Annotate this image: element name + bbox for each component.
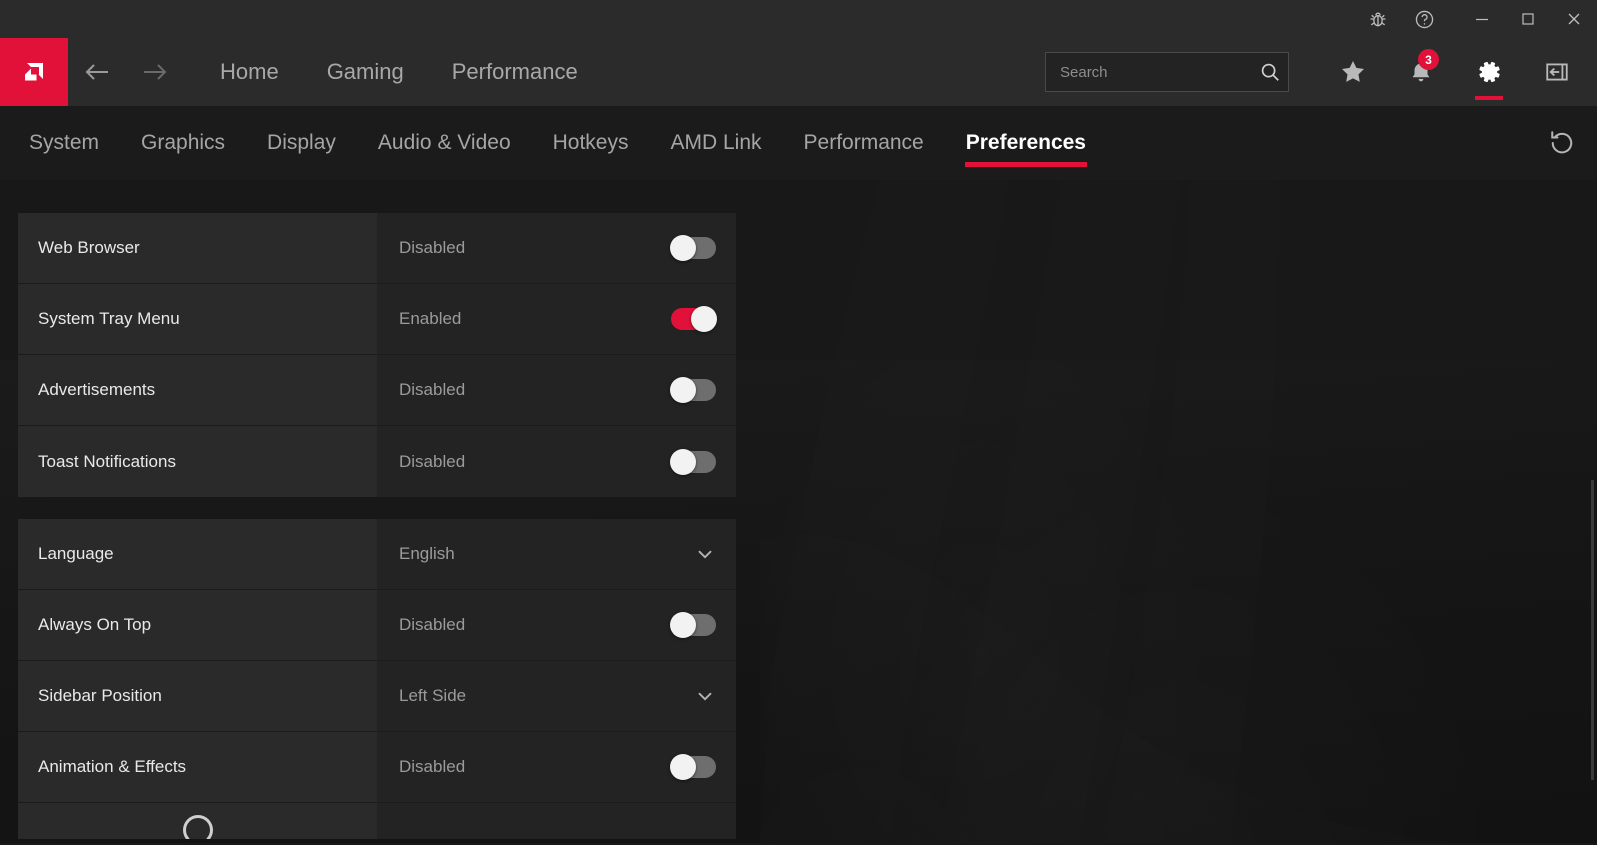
- search-input[interactable]: [1060, 63, 1259, 81]
- setting-label-partial: [18, 803, 377, 839]
- toggle-always-on-top[interactable]: [670, 612, 716, 638]
- close-icon[interactable]: [1551, 0, 1597, 38]
- setting-value: Disabled: [399, 380, 466, 399]
- help-icon[interactable]: [1401, 0, 1447, 38]
- setting-row-system-tray-menu[interactable]: System Tray Menu Enabled: [18, 284, 736, 355]
- tab-performance[interactable]: Performance: [783, 106, 945, 180]
- tab-audio-video[interactable]: Audio & Video: [357, 106, 532, 180]
- setting-row-toast-notifications[interactable]: Toast Notifications Disabled: [18, 426, 736, 497]
- toggle-knob: [670, 377, 696, 403]
- notifications-bell-icon[interactable]: 3: [1395, 38, 1447, 106]
- toggle-knob: [670, 754, 696, 780]
- setting-value: Disabled: [399, 451, 466, 471]
- nav-right-group: 3: [1045, 38, 1597, 106]
- reset-restore-icon[interactable]: [1527, 106, 1597, 180]
- bug-report-icon[interactable]: [1355, 0, 1401, 38]
- setting-label: Always On Top: [18, 590, 377, 660]
- search-icon[interactable]: [1259, 61, 1281, 83]
- tab-bar: System Graphics Display Audio & Video Ho…: [0, 106, 1597, 180]
- setting-label: System Tray Menu: [18, 284, 377, 354]
- toggle-web-browser[interactable]: [670, 235, 716, 261]
- setting-label: Advertisements: [18, 355, 377, 425]
- title-bar: [0, 0, 1597, 38]
- vertical-scrollbar[interactable]: [1591, 480, 1594, 780]
- setting-value: Disabled: [399, 238, 466, 257]
- setting-value: English: [399, 544, 455, 563]
- setting-row-language[interactable]: Language English: [18, 519, 736, 590]
- setting-value-cell: Disabled: [377, 590, 736, 660]
- forward-arrow-icon[interactable]: [126, 38, 184, 106]
- toggle-knob: [691, 306, 717, 332]
- maximize-icon[interactable]: [1505, 0, 1551, 38]
- tab-graphics[interactable]: Graphics: [120, 106, 246, 180]
- setting-value-cell: Disabled: [377, 355, 736, 425]
- tab-display[interactable]: Display: [246, 106, 357, 180]
- setting-label: Sidebar Position: [18, 661, 377, 731]
- setting-row-partial-below-fold[interactable]: [18, 803, 736, 839]
- setting-value-cell-partial: [377, 803, 736, 839]
- setting-label: Animation & Effects: [18, 732, 377, 802]
- setting-label: Toast Notifications: [18, 426, 377, 497]
- toggle-advertisements[interactable]: [670, 377, 716, 403]
- setting-row-animation-effects[interactable]: Animation & Effects Disabled: [18, 732, 736, 803]
- setting-value-cell: Enabled: [377, 284, 736, 354]
- nav-link-gaming[interactable]: Gaming: [303, 38, 428, 106]
- circle-indicator-icon: [182, 815, 213, 839]
- setting-value-cell: Disabled: [377, 213, 736, 283]
- tab-preferences[interactable]: Preferences: [945, 106, 1107, 180]
- nav-link-home[interactable]: Home: [196, 38, 303, 106]
- setting-value-cell: Disabled: [377, 426, 736, 497]
- setting-row-web-browser[interactable]: Web Browser Disabled: [18, 213, 736, 284]
- content-area: Web Browser Disabled System Tray Menu En…: [0, 180, 1597, 843]
- toggle-knob: [670, 235, 696, 261]
- setting-value: Left Side: [399, 686, 467, 705]
- setting-value: Enabled: [399, 309, 462, 328]
- setting-value: Disabled: [399, 757, 466, 776]
- amd-logo[interactable]: [0, 38, 68, 106]
- chevron-down-icon[interactable]: [694, 543, 716, 565]
- tab-hotkeys[interactable]: Hotkeys: [532, 106, 650, 180]
- setting-label: Language: [18, 519, 377, 589]
- background-swoop-graphic: [760, 180, 1597, 843]
- toggle-knob: [670, 612, 696, 638]
- setting-value-cell[interactable]: Left Side: [377, 661, 736, 731]
- collapse-sidebar-icon[interactable]: [1531, 38, 1583, 106]
- settings-group-1: Web Browser Disabled System Tray Menu En…: [18, 213, 736, 497]
- setting-label: Web Browser: [18, 213, 377, 283]
- setting-value: Disabled: [399, 615, 466, 634]
- setting-row-sidebar-position[interactable]: Sidebar Position Left Side: [18, 661, 736, 732]
- toggle-knob: [670, 448, 696, 475]
- settings-list: Web Browser Disabled System Tray Menu En…: [18, 213, 736, 845]
- minimize-icon[interactable]: [1459, 0, 1505, 38]
- notification-badge: 3: [1418, 49, 1439, 70]
- toggle-toast-notifications[interactable]: [670, 448, 716, 475]
- nav-links: Home Gaming Performance: [196, 38, 602, 106]
- nav-link-performance[interactable]: Performance: [428, 38, 602, 106]
- setting-value-cell[interactable]: English: [377, 519, 736, 589]
- tab-amd-link[interactable]: AMD Link: [649, 106, 782, 180]
- setting-row-advertisements[interactable]: Advertisements Disabled: [18, 355, 736, 426]
- amd-radeon-software-window: Home Gaming Performance Search 3 System …: [0, 0, 1597, 845]
- search-box[interactable]: [1045, 52, 1289, 92]
- settings-group-2: Language English Always On Top Disabled: [18, 519, 736, 839]
- chevron-down-icon[interactable]: [694, 685, 716, 707]
- toggle-animation-effects[interactable]: [670, 754, 716, 780]
- favorites-star-icon[interactable]: [1327, 38, 1379, 106]
- setting-row-always-on-top[interactable]: Always On Top Disabled: [18, 590, 736, 661]
- tab-system[interactable]: System: [8, 106, 120, 180]
- nav-bar: Home Gaming Performance Search 3: [0, 38, 1597, 106]
- setting-value-cell: Disabled: [377, 732, 736, 802]
- settings-gear-icon[interactable]: [1463, 38, 1515, 106]
- back-arrow-icon[interactable]: [68, 38, 126, 106]
- toggle-system-tray-menu[interactable]: [671, 306, 717, 332]
